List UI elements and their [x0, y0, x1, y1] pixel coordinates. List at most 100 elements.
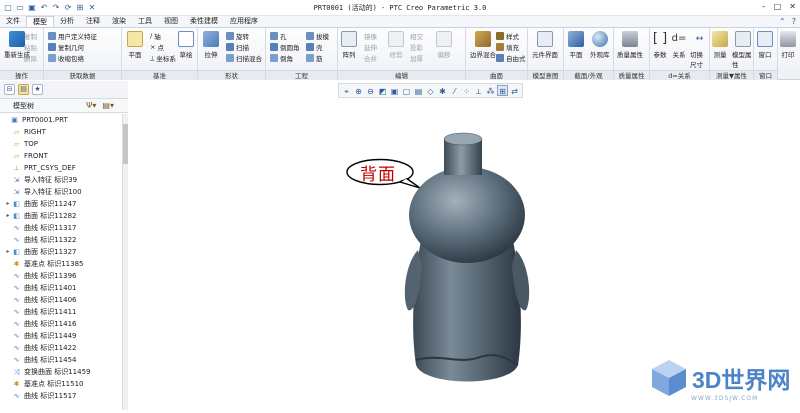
refit-icon[interactable]: ⌖ — [341, 85, 352, 96]
tree-item[interactable]: ∿ 曲线 标识11454 — [0, 354, 122, 366]
switch-dimensions-button[interactable]: ↔ 切换尺寸 — [690, 31, 709, 69]
model-tree-scrollbar[interactable] — [122, 114, 128, 410]
draft-button[interactable]: 拔模 — [306, 31, 329, 41]
perspective-icon[interactable]: ◇ — [425, 85, 436, 96]
datum-display-icon[interactable]: ✱ — [437, 85, 448, 96]
tree-expand-icon[interactable]: ▸ — [4, 210, 12, 222]
tree-filter-icon[interactable]: ▤▾ — [102, 101, 114, 110]
trim-button[interactable]: 修剪 — [388, 31, 404, 59]
open-icon[interactable]: ▭ — [15, 3, 25, 13]
model-tree-tab-icon[interactable]: ⊟ — [4, 84, 15, 95]
tree-item[interactable]: ▸ ◧ 曲面 标识11327 — [0, 246, 122, 258]
minimize-icon[interactable]: – — [762, 2, 766, 11]
tree-item[interactable]: ✱ 基准点 标识11385 — [0, 258, 122, 270]
merge-button[interactable]: 合并 — [364, 53, 377, 63]
tree-item[interactable]: ▸ ◧ 曲面 标识11247 — [0, 198, 122, 210]
datum-plane-button[interactable]: 平面 — [127, 31, 143, 59]
help-icon[interactable]: ? — [792, 17, 796, 26]
axis-button[interactable]: / 轴 — [150, 31, 161, 41]
undo-icon[interactable]: ↶ — [39, 3, 49, 13]
udf-button[interactable]: 用户定义特征 — [48, 31, 97, 41]
spin-center-icon[interactable]: ⊞ — [497, 85, 508, 96]
style-button[interactable]: 样式 — [496, 31, 519, 41]
tab-render[interactable]: 渲染 — [106, 16, 132, 27]
tab-annotate[interactable]: 注释 — [80, 16, 106, 27]
measure-button[interactable]: 测量 — [712, 31, 728, 59]
print-button[interactable]: 打印 — [780, 31, 796, 59]
tree-item[interactable]: ▱ TOP — [0, 138, 122, 150]
tree-item[interactable]: ∿ 曲线 标识11406 — [0, 294, 122, 306]
tree-item[interactable]: ⤨ 变换曲面 标识11459 — [0, 366, 122, 378]
extend-button[interactable]: 延伸 — [364, 42, 377, 52]
mass-properties-button[interactable]: 质量属性 — [617, 31, 643, 59]
tree-item[interactable]: ▸ ◧ 曲面 标识11282 — [0, 210, 122, 222]
hole-button[interactable]: 孔 — [270, 31, 287, 41]
tree-item[interactable]: ∿ 曲线 标识11517 — [0, 390, 122, 402]
tree-item[interactable]: ✱ 基准点 标识11510 — [0, 378, 122, 390]
shrinkwrap-button[interactable]: 收缩包络 — [48, 53, 84, 63]
windows-icon[interactable]: ⊞ — [75, 3, 85, 13]
redo-icon[interactable]: ↷ — [51, 3, 61, 13]
tree-item[interactable]: ∿ 曲线 标识11449 — [0, 330, 122, 342]
chamfer-button[interactable]: 倒角 — [270, 53, 293, 63]
close-icon[interactable]: ✕ — [87, 3, 97, 13]
collapse-ribbon-icon[interactable]: ⌃ — [779, 17, 786, 26]
csys-display-icon[interactable]: ⟂ — [473, 85, 484, 96]
folder-browser-tab-icon[interactable]: ▤ — [18, 84, 29, 95]
freestyle-button[interactable]: 自由式 — [496, 53, 526, 63]
tree-item[interactable]: ∿ 曲线 标识11401 — [0, 282, 122, 294]
datum-axes-icon[interactable]: ⁄ — [449, 85, 460, 96]
mirror-button[interactable]: 镜像 — [364, 31, 377, 41]
zoom-in-icon[interactable]: ⊕ — [353, 85, 364, 96]
tree-item[interactable]: ⇲ 导入特征 标识100 — [0, 186, 122, 198]
regenerate-icon[interactable]: ⟳ — [63, 3, 73, 13]
annotations-display-icon[interactable]: ⁂ — [485, 85, 496, 96]
saved-orientations-icon[interactable]: ▢ — [401, 85, 412, 96]
appearance-gallery-button[interactable]: 外观库 — [590, 31, 610, 59]
delete-button[interactable]: 删除 — [24, 53, 37, 63]
intersect-button[interactable]: 相交 — [410, 31, 423, 41]
copy-button[interactable]: 复制 — [24, 31, 37, 41]
csys-button[interactable]: ⟂ 坐标系 — [150, 53, 176, 64]
model-tree-scroll-thumb[interactable] — [123, 124, 128, 164]
shell-button[interactable]: 壳 — [306, 42, 323, 52]
display-style-icon[interactable]: ▣ — [389, 85, 400, 96]
relations-button[interactable]: d= 关系 — [671, 31, 687, 59]
tab-applications[interactable]: 应用程序 — [224, 16, 264, 27]
new-icon[interactable]: □ — [3, 3, 13, 13]
parameters-button[interactable]: [ ] 参数 — [652, 31, 668, 59]
fill-button[interactable]: 填充 — [496, 42, 519, 52]
save-icon[interactable]: ▣ — [27, 3, 37, 13]
tab-file[interactable]: 文件 — [0, 16, 26, 27]
tree-expand-icon[interactable]: ▸ — [4, 246, 12, 258]
zoom-out-icon[interactable]: ⊖ — [365, 85, 376, 96]
tab-analysis[interactable]: 分析 — [54, 16, 80, 27]
tab-model[interactable]: 模型 — [26, 16, 54, 27]
tree-item[interactable]: ▱ FRONT — [0, 150, 122, 162]
swept-blend-button[interactable]: 扫描混合 — [226, 53, 262, 63]
tree-item[interactable]: ▱ RIGHT — [0, 126, 122, 138]
point-button[interactable]: × 点 — [150, 42, 164, 52]
tree-item[interactable]: ∿ 曲线 标识11422 — [0, 342, 122, 354]
tree-item[interactable]: ⇲ 导入特征 标识39 — [0, 174, 122, 186]
tree-item[interactable]: ∿ 曲线 标识11396 — [0, 270, 122, 282]
tab-view[interactable]: 视图 — [158, 16, 184, 27]
offset-button[interactable]: 偏移 — [436, 31, 452, 59]
sweep-button[interactable]: 扫描 — [226, 42, 249, 52]
tree-settings-icon[interactable]: Ψ▾ — [86, 101, 96, 110]
copy-geometry-button[interactable]: 复制几何 — [48, 42, 84, 52]
window-button[interactable]: 窗口 — [757, 31, 773, 59]
3d-model-body[interactable] — [400, 125, 540, 390]
sketch-button[interactable]: 草绘 — [178, 31, 194, 59]
tree-expand-icon[interactable]: ▸ — [4, 198, 12, 210]
project-button[interactable]: 投影 — [410, 42, 423, 52]
view-manager-icon[interactable]: ▤ — [413, 85, 424, 96]
datum-points-icon[interactable]: ⁘ — [461, 85, 472, 96]
extrude-button[interactable]: 拉伸 — [203, 31, 219, 59]
tree-item[interactable]: ▣ PRT0001.PRT — [0, 114, 122, 126]
round-button[interactable]: 倒圆角 — [270, 42, 300, 52]
tree-item[interactable]: ∿ 曲线 标识11411 — [0, 306, 122, 318]
repaint-icon[interactable]: ◩ — [377, 85, 388, 96]
tree-item[interactable]: ∿ 曲线 标识11322 — [0, 234, 122, 246]
maximize-icon[interactable]: □ — [774, 2, 782, 11]
